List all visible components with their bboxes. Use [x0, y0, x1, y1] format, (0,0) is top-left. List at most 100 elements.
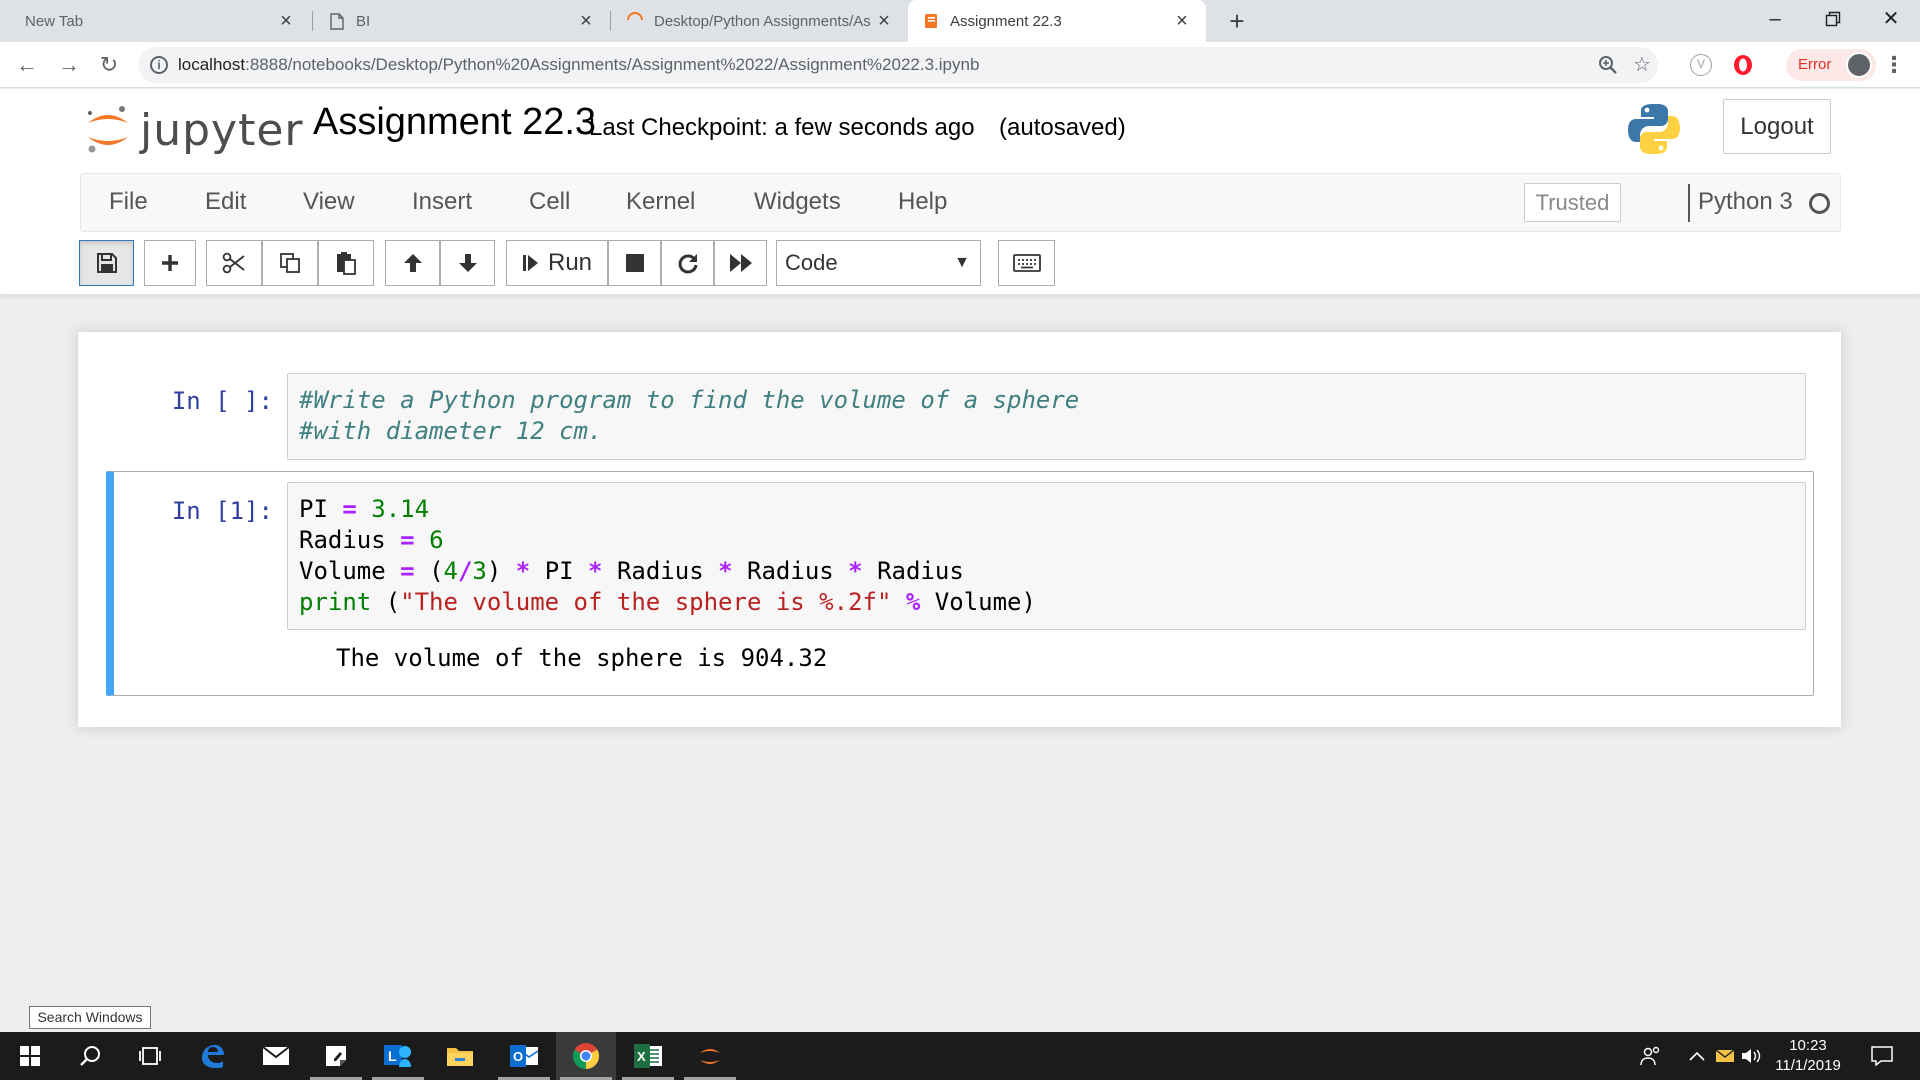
file-explorer-app[interactable]	[430, 1032, 490, 1080]
excel-icon: X	[634, 1044, 662, 1068]
close-icon[interactable]: ×	[276, 10, 296, 33]
restore-icon	[1825, 11, 1841, 27]
tab-label: Desktop/Python Assignments/As	[654, 12, 871, 30]
run-button[interactable]: Run	[506, 240, 608, 286]
action-center-icon[interactable]	[1862, 1032, 1902, 1080]
close-window-button[interactable]: ✕	[1862, 0, 1920, 38]
lync-icon: L	[384, 1045, 411, 1067]
menu-widgets[interactable]: Widgets	[754, 188, 841, 216]
tab-desktop-python-assignments[interactable]: Desktop/Python Assignments/As ×	[612, 0, 908, 42]
notes-icon	[326, 1046, 346, 1066]
minimize-button[interactable]: –	[1746, 0, 1804, 38]
insert-cell-button[interactable]	[144, 240, 196, 286]
kernel-name[interactable]: Python 3	[1698, 188, 1793, 216]
tab-assignment-22-3[interactable]: Assignment 22.3 ×	[908, 0, 1206, 42]
tab-label: BI	[356, 12, 371, 30]
avatar	[1846, 52, 1872, 78]
autosave-status: (autosaved)	[999, 114, 1126, 141]
input-prompt: In [1]:	[171, 497, 273, 525]
task-view-button[interactable]	[120, 1032, 180, 1080]
extension-v-icon[interactable]: V	[1690, 54, 1712, 76]
menu-file[interactable]: File	[109, 188, 148, 216]
notebook-container: In [ ]: #Write a Python program to find …	[78, 332, 1841, 727]
edge-app[interactable]	[182, 1032, 242, 1080]
restart-kernel-button[interactable]	[661, 240, 714, 286]
restore-button[interactable]	[1804, 0, 1862, 38]
task-view-icon	[139, 1047, 161, 1065]
taskbar-clock[interactable]: 10:23 11/1/2019	[1760, 1036, 1856, 1076]
run-label: Run	[547, 249, 593, 276]
tab-new-tab[interactable]: New Tab ×	[0, 0, 310, 42]
save-button[interactable]	[79, 240, 134, 286]
document-icon	[328, 12, 346, 30]
windows-taskbar: L O X 10:23 11/1/2019	[0, 1032, 1920, 1080]
more-menu-icon[interactable]: ⋮	[1882, 52, 1906, 78]
back-arrow-icon[interactable]: ←	[12, 50, 42, 80]
clock-time: 10:23	[1789, 1037, 1827, 1054]
logout-button[interactable]: Logout	[1723, 99, 1831, 154]
reload-icon[interactable]: ↻	[94, 50, 124, 80]
lync-app[interactable]: L	[368, 1032, 428, 1080]
address-toolbar: ← → ↻ i localhost:8888/notebooks/Desktop…	[0, 42, 1920, 88]
info-icon[interactable]: i	[150, 56, 168, 74]
tab-divider	[312, 11, 313, 31]
menu-kernel[interactable]: Kernel	[626, 188, 695, 216]
cell-type-value: Code	[785, 250, 838, 275]
menu-help[interactable]: Help	[898, 188, 947, 216]
cut-button[interactable]	[206, 240, 262, 286]
close-icon[interactable]: ×	[576, 10, 596, 33]
outlook-app[interactable]: O	[494, 1032, 554, 1080]
new-tab-button[interactable]: +	[1222, 6, 1252, 36]
scissors-icon	[222, 252, 245, 274]
url-bar[interactable]: i localhost:8888/notebooks/Desktop/Pytho…	[138, 47, 1658, 83]
clock-date: 11/1/2019	[1775, 1057, 1841, 1074]
mail-tray-icon[interactable]	[1712, 1032, 1738, 1080]
url-text[interactable]: localhost:8888/notebooks/Desktop/Python%…	[178, 55, 979, 75]
menu-cell[interactable]: Cell	[529, 188, 570, 216]
paste-button[interactable]	[318, 240, 374, 286]
notebook-title[interactable]: Assignment 22.3	[313, 101, 596, 144]
start-button[interactable]	[0, 1032, 60, 1080]
mail-app[interactable]	[246, 1032, 306, 1080]
jupyter-logo-icon	[88, 106, 128, 153]
opera-extension-icon[interactable]	[1732, 54, 1754, 76]
sticky-notes-app[interactable]	[306, 1032, 366, 1080]
move-down-button[interactable]	[440, 240, 495, 286]
interrupt-button[interactable]	[608, 240, 661, 286]
profile-error-button[interactable]: Error	[1786, 49, 1876, 81]
jupyter-app[interactable]	[680, 1032, 740, 1080]
kernel-idle-icon	[1809, 193, 1830, 214]
code-cell-input[interactable]: #Write a Python program to find the volu…	[287, 373, 1806, 460]
code-cell-input[interactable]: PI = 3.14 Radius = 6 Volume = (4/3) * PI…	[287, 482, 1806, 630]
svg-text:X: X	[637, 1049, 646, 1064]
copy-button[interactable]	[262, 240, 318, 286]
move-up-button[interactable]	[385, 240, 440, 286]
zoom-icon[interactable]	[1596, 53, 1620, 77]
chrome-icon	[572, 1043, 600, 1070]
jupyter-logo-text: jupyter	[140, 105, 304, 156]
cell-type-select[interactable]: Code ▼	[776, 240, 981, 286]
excel-app[interactable]: X	[618, 1032, 678, 1080]
command-palette-button[interactable]	[998, 240, 1055, 286]
edge-icon	[202, 1045, 224, 1068]
chevron-up-icon[interactable]	[1684, 1032, 1710, 1080]
restart-run-all-button[interactable]	[714, 240, 767, 286]
menu-view[interactable]: View	[303, 188, 355, 216]
close-icon[interactable]: ×	[1172, 10, 1192, 33]
people-icon[interactable]	[1634, 1032, 1668, 1080]
bookmark-star-icon[interactable]: ☆	[1630, 53, 1654, 77]
tab-bi[interactable]: BI ×	[314, 0, 610, 42]
code-line: Radius = 6	[299, 526, 444, 554]
close-icon[interactable]: ×	[874, 10, 894, 33]
arrow-down-icon	[458, 254, 477, 272]
menu-insert[interactable]: Insert	[412, 188, 472, 216]
save-icon	[96, 253, 117, 273]
search-button[interactable]	[60, 1032, 120, 1080]
cell-output-text: The volume of the sphere is 904.32	[336, 644, 828, 672]
menu-edit[interactable]: Edit	[205, 188, 246, 216]
trusted-indicator[interactable]: Trusted	[1524, 183, 1621, 222]
chrome-app[interactable]	[556, 1032, 616, 1080]
forward-arrow-icon[interactable]: →	[54, 50, 84, 80]
jupyter-logo[interactable]: jupyter	[84, 99, 303, 161]
jupyter-header: jupyter Assignment 22.3 Last Checkpoint:…	[0, 89, 1920, 173]
